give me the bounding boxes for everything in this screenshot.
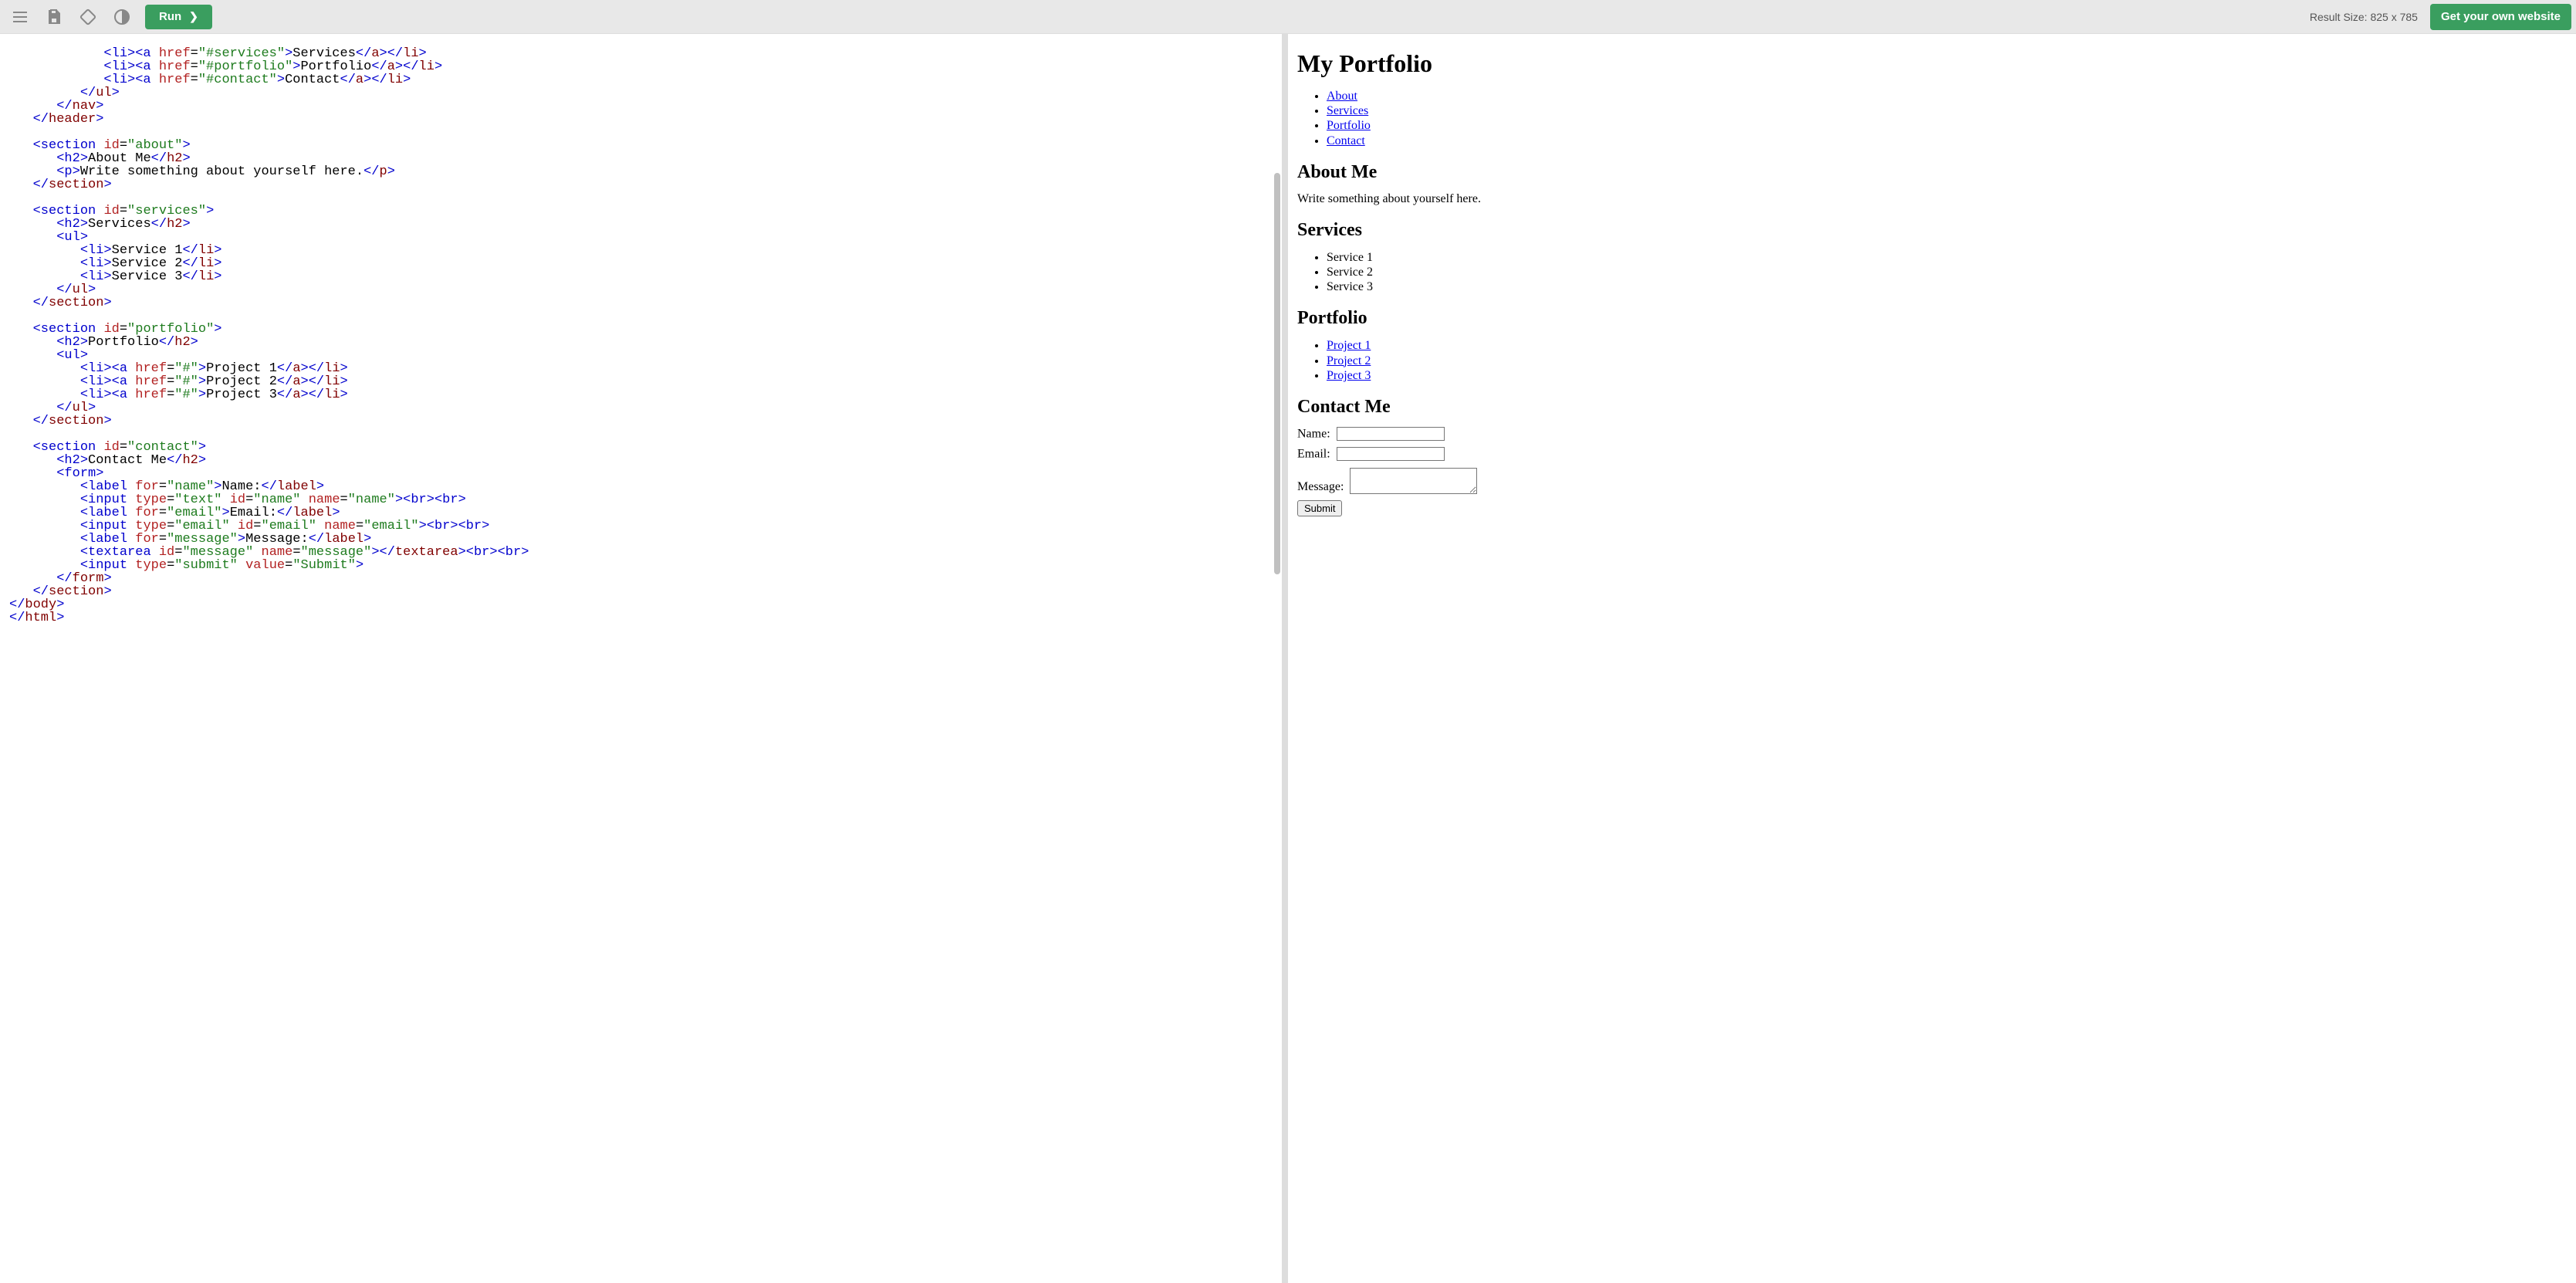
list-item: About	[1327, 89, 2567, 103]
about-text: Write something about yourself here.	[1297, 192, 2567, 206]
nav-link-portfolio[interactable]: Portfolio	[1327, 119, 1371, 132]
toolbar-left: Run ❯	[5, 3, 212, 31]
list-item: Contact	[1327, 134, 2567, 148]
page-title: My Portfolio	[1297, 49, 2567, 78]
list-item: Service 3	[1327, 279, 2567, 294]
content-area: <li><a href="#services">Services</a></li…	[0, 34, 2576, 1283]
contact-heading: Contact Me	[1297, 397, 2567, 418]
project-link[interactable]: Project 1	[1327, 339, 1371, 352]
run-button-label: Run	[159, 10, 181, 23]
result-size-label: Result Size: 825 x 785	[2310, 11, 2418, 23]
list-item: Project 1	[1327, 338, 2567, 353]
scrollbar-thumb[interactable]	[1274, 173, 1280, 574]
toolbar: Run ❯ Result Size: 825 x 785 Get your ow…	[0, 0, 2576, 34]
list-item: Service 2	[1327, 265, 2567, 279]
portfolio-list: Project 1 Project 2 Project 3	[1297, 338, 2567, 383]
code-block: <li><a href="#services">Services</a></li…	[9, 47, 1273, 625]
name-label: Name:	[1297, 427, 1330, 440]
email-label: Email:	[1297, 448, 1330, 461]
email-field[interactable]	[1337, 447, 1445, 461]
nav-link-services[interactable]: Services	[1327, 104, 1368, 117]
list-item: Portfolio	[1327, 118, 2567, 133]
portfolio-heading: Portfolio	[1297, 308, 2567, 329]
rotate-icon[interactable]	[73, 3, 103, 31]
name-field[interactable]	[1337, 427, 1445, 441]
nav-link-about[interactable]: About	[1327, 90, 1357, 103]
message-label: Message:	[1297, 480, 1344, 493]
nav-list: About Services Portfolio Contact	[1297, 89, 2567, 148]
services-heading: Services	[1297, 220, 2567, 241]
submit-button[interactable]	[1297, 500, 1342, 516]
list-item: Project 3	[1327, 368, 2567, 383]
about-heading: About Me	[1297, 162, 2567, 183]
get-website-button[interactable]: Get your own website	[2430, 4, 2571, 30]
services-list: Service 1 Service 2 Service 3	[1297, 250, 2567, 295]
editor-pane: <li><a href="#services">Services</a></li…	[0, 34, 1288, 1283]
nav-link-contact[interactable]: Contact	[1327, 134, 1365, 147]
save-icon[interactable]	[39, 3, 69, 31]
message-field[interactable]	[1350, 468, 1477, 494]
list-item: Project 2	[1327, 354, 2567, 368]
project-link[interactable]: Project 3	[1327, 369, 1371, 382]
list-item: Services	[1327, 103, 2567, 118]
menu-icon[interactable]	[5, 3, 35, 31]
run-button[interactable]: Run ❯	[145, 5, 212, 29]
theme-icon[interactable]	[106, 3, 137, 31]
list-item: Service 1	[1327, 250, 2567, 265]
output-pane: My Portfolio About Services Portfolio Co…	[1288, 34, 2576, 1283]
code-editor[interactable]: <li><a href="#services">Services</a></li…	[0, 34, 1282, 1283]
chevron-right-icon: ❯	[189, 10, 198, 23]
project-link[interactable]: Project 2	[1327, 354, 1371, 367]
